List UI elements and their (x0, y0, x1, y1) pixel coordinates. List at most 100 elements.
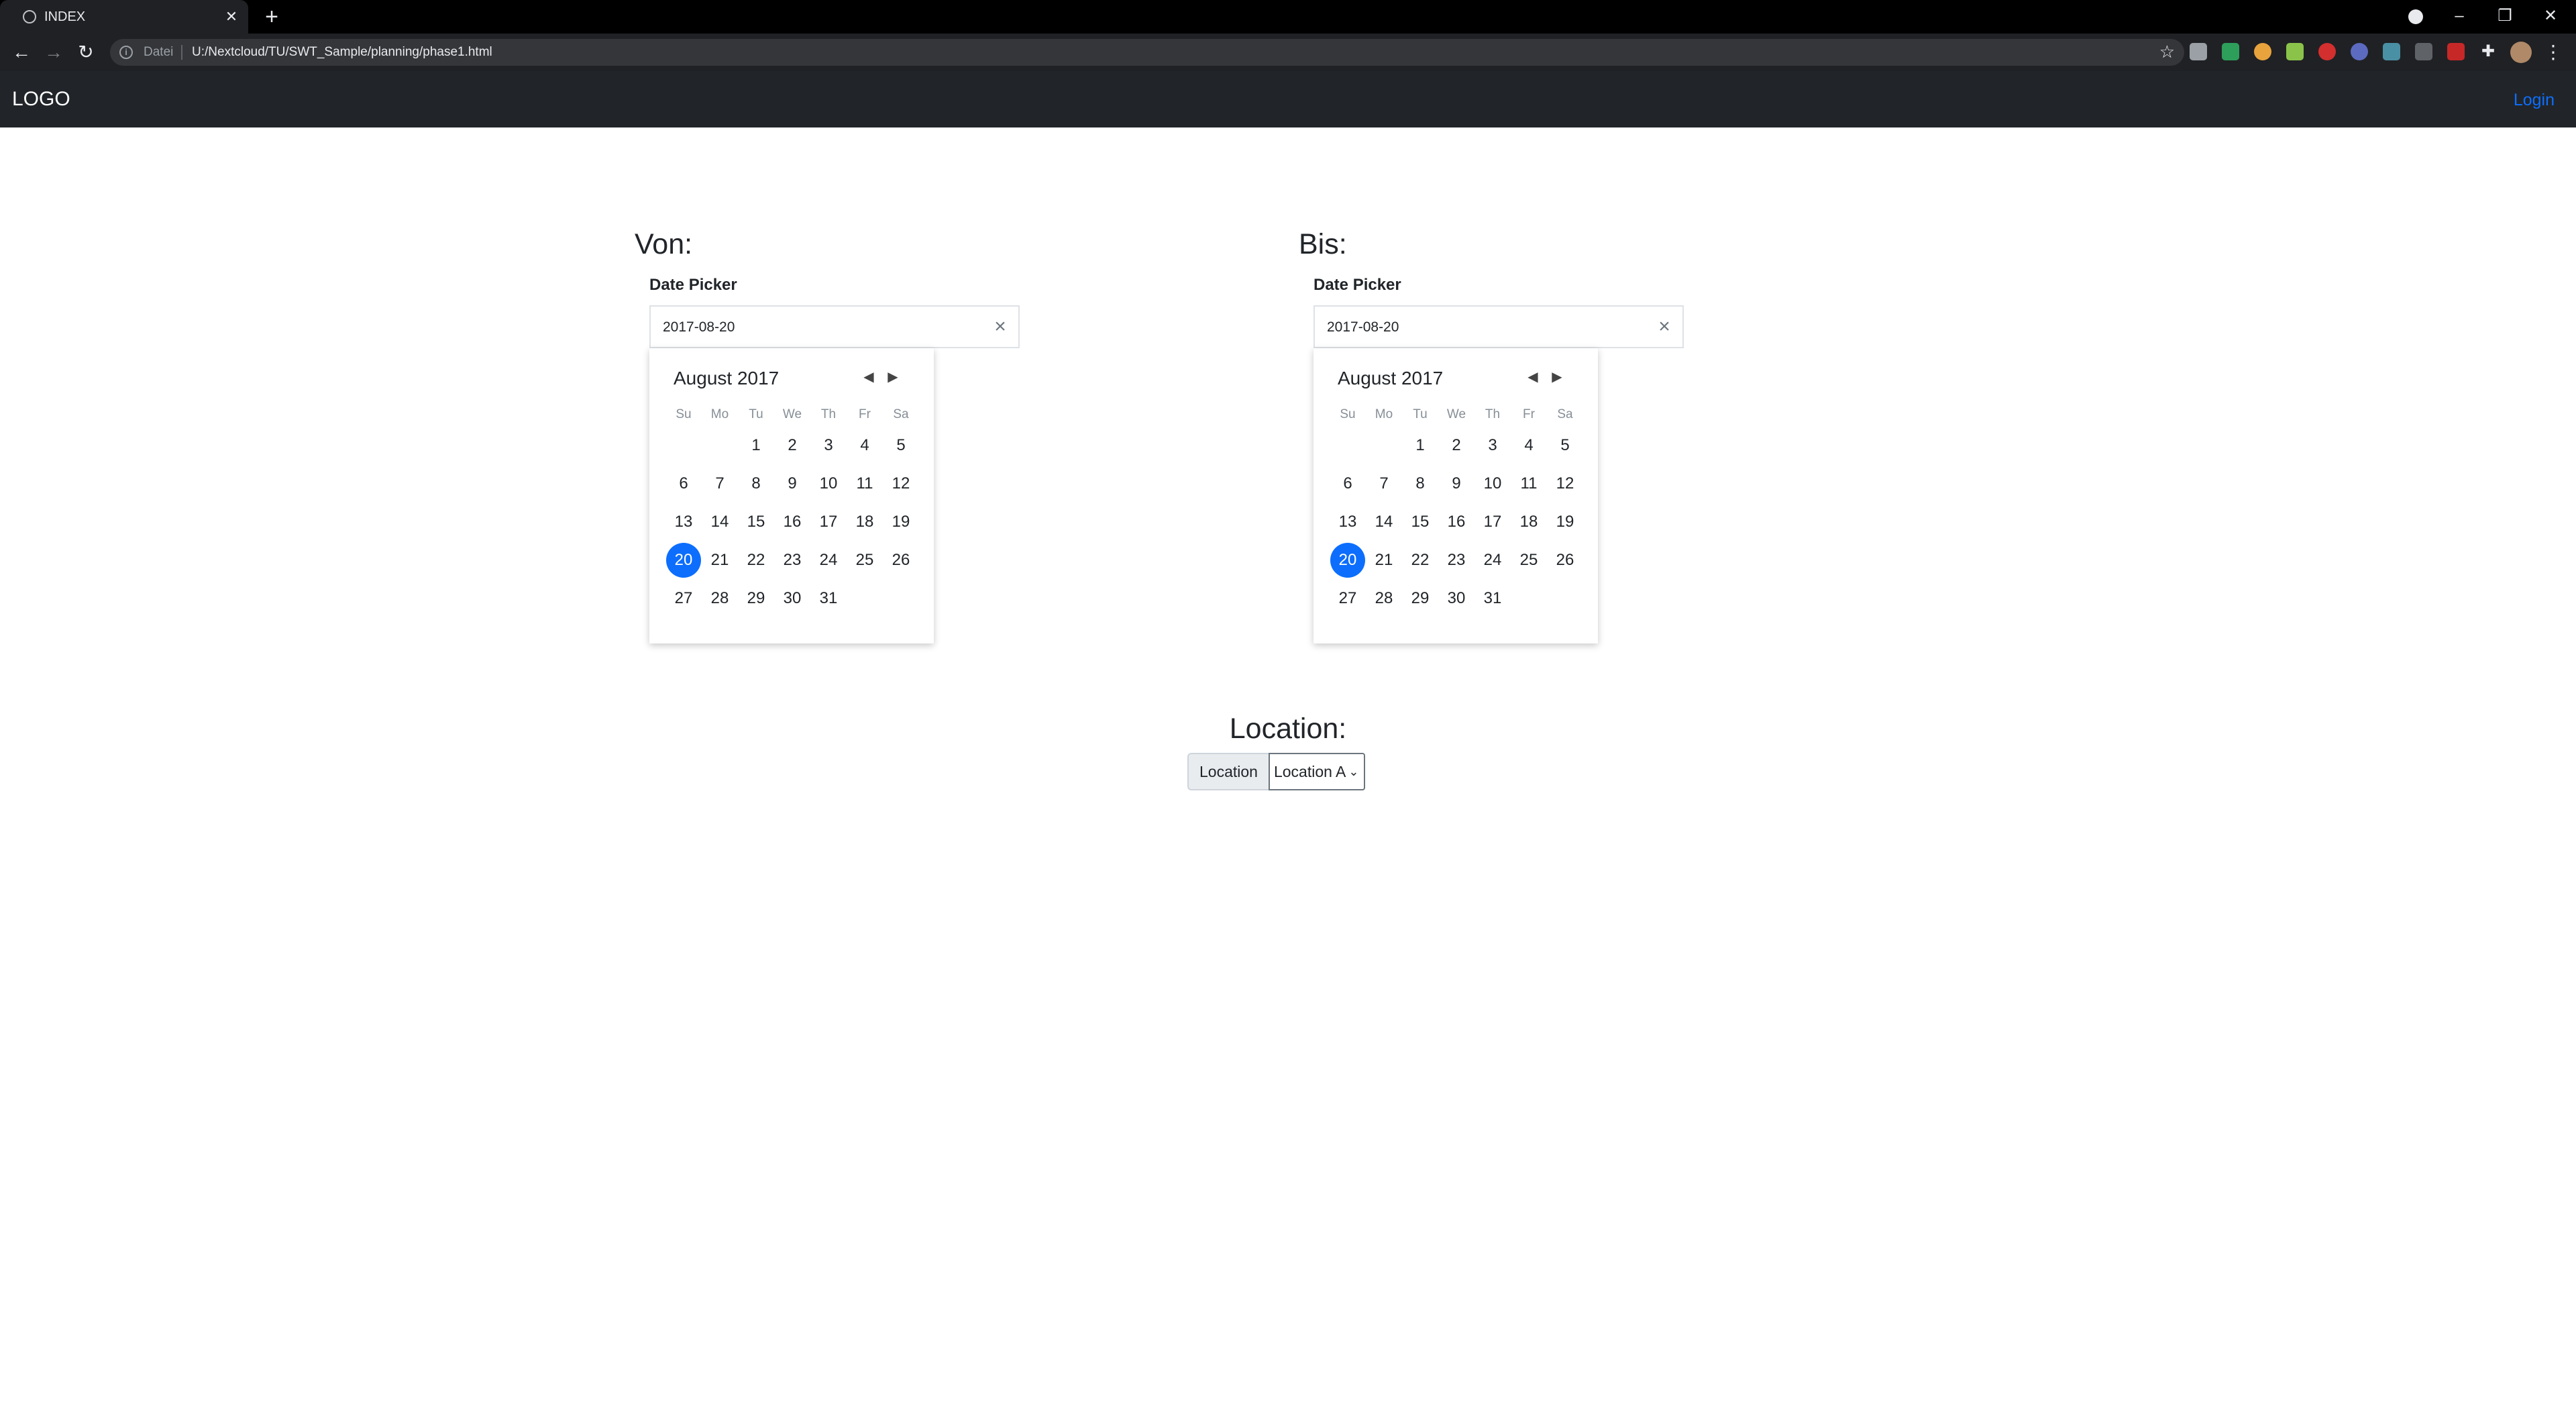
extension-icon[interactable] (2190, 43, 2207, 60)
calendar-day[interactable]: 8 (738, 464, 774, 503)
calendar-day[interactable]: 6 (665, 464, 702, 503)
profile-indicator-icon[interactable] (2408, 9, 2423, 24)
calendar-day-selected[interactable]: 20 (665, 541, 702, 579)
extension-icon[interactable] (2286, 43, 2304, 60)
avatar[interactable] (2510, 42, 2532, 63)
logo[interactable]: LOGO (12, 87, 70, 111)
new-tab-button[interactable]: + (260, 5, 283, 28)
info-icon[interactable]: i (119, 46, 133, 59)
extension-icon[interactable] (2222, 43, 2239, 60)
calendar-day[interactable]: 13 (1330, 503, 1366, 541)
calendar-day[interactable]: 16 (1438, 503, 1474, 541)
calendar-day[interactable]: 9 (774, 464, 810, 503)
calendar-day[interactable]: 16 (774, 503, 810, 541)
calendar-day[interactable]: 2 (774, 426, 810, 464)
weekday-label: Th (820, 407, 837, 421)
extension-icon[interactable] (2447, 43, 2465, 60)
calendar-day[interactable]: 30 (774, 579, 810, 617)
calendar-day[interactable]: 28 (702, 579, 738, 617)
calendar-day[interactable]: 18 (1511, 503, 1547, 541)
calendar-day[interactable]: 11 (1511, 464, 1547, 503)
calendar-day[interactable]: 4 (1511, 426, 1547, 464)
calendar-day[interactable]: 15 (738, 503, 774, 541)
address-bar[interactable]: i Datei U:/Nextcloud/TU/SWT_Sample/plann… (110, 39, 2184, 66)
prev-month-icon[interactable]: ◀ (859, 366, 879, 388)
calendar-day[interactable]: 31 (1474, 579, 1511, 617)
calendar-day[interactable]: 5 (1547, 426, 1583, 464)
extension-icon[interactable] (2351, 43, 2368, 60)
calendar-day[interactable]: 25 (847, 541, 883, 579)
calendar-day[interactable]: 13 (665, 503, 702, 541)
calendar-day[interactable]: 11 (847, 464, 883, 503)
next-month-icon[interactable]: ▶ (1547, 366, 1567, 388)
extension-icon[interactable] (2254, 43, 2271, 60)
minimize-icon[interactable]: – (2446, 4, 2473, 28)
extension-icon[interactable] (2383, 43, 2400, 60)
calendar-day[interactable]: 10 (810, 464, 847, 503)
puzzle-icon[interactable]: ✚ (2479, 43, 2497, 60)
calendar-day[interactable]: 12 (883, 464, 919, 503)
clear-icon[interactable]: × (1654, 316, 1674, 338)
calendar-day[interactable]: 23 (1438, 541, 1474, 579)
calendar-day[interactable]: 27 (665, 579, 702, 617)
next-month-icon[interactable]: ▶ (883, 366, 903, 388)
calendar-day-selected[interactable]: 20 (1330, 541, 1366, 579)
calendar-day[interactable]: 29 (738, 579, 774, 617)
reload-icon[interactable]: ↻ (74, 40, 98, 64)
tab-close-icon[interactable]: ✕ (221, 7, 241, 27)
calendar-day[interactable]: 27 (1330, 579, 1366, 617)
calendar-day[interactable]: 7 (1366, 464, 1402, 503)
calendar-day[interactable]: 18 (847, 503, 883, 541)
prev-month-icon[interactable]: ◀ (1523, 366, 1543, 388)
back-icon[interactable]: ← (9, 40, 34, 64)
calendar-day[interactable]: 1 (1402, 426, 1438, 464)
calendar-day[interactable]: 3 (1474, 426, 1511, 464)
calendar-day[interactable]: 2 (1438, 426, 1474, 464)
calendar-day[interactable]: 3 (810, 426, 847, 464)
calendar-day[interactable]: 9 (1438, 464, 1474, 503)
calendar-day[interactable]: 14 (1366, 503, 1402, 541)
more-menu-icon[interactable]: ⋮ (2544, 40, 2563, 64)
calendar-day[interactable]: 7 (702, 464, 738, 503)
restore-icon[interactable]: ❐ (2491, 4, 2518, 28)
calendar-day[interactable]: 19 (1547, 503, 1583, 541)
calendar-day[interactable]: 17 (810, 503, 847, 541)
calendar-day[interactable]: 10 (1474, 464, 1511, 503)
calendar-day[interactable]: 4 (847, 426, 883, 464)
calendar-day[interactable]: 24 (1474, 541, 1511, 579)
login-link[interactable]: Login (2514, 90, 2555, 110)
calendar-day[interactable]: 29 (1402, 579, 1438, 617)
close-window-icon[interactable]: ✕ (2537, 4, 2564, 28)
calendar-day[interactable]: 5 (883, 426, 919, 464)
calendar-day[interactable]: 26 (1547, 541, 1583, 579)
calendar-day[interactable]: 8 (1402, 464, 1438, 503)
calendar-day[interactable]: 6 (1330, 464, 1366, 503)
calendar-day[interactable]: 23 (774, 541, 810, 579)
calendar-day[interactable]: 17 (1474, 503, 1511, 541)
browser-tab[interactable]: INDEX ✕ (0, 0, 248, 34)
extension-icon[interactable] (2318, 43, 2336, 60)
calendar-day[interactable]: 21 (1366, 541, 1402, 579)
calendar-day[interactable]: 31 (810, 579, 847, 617)
calendar-day[interactable]: 22 (1402, 541, 1438, 579)
calendar-day[interactable]: 26 (883, 541, 919, 579)
calendar-day[interactable]: 14 (702, 503, 738, 541)
calendar-day[interactable]: 28 (1366, 579, 1402, 617)
calendar-day[interactable]: 22 (738, 541, 774, 579)
calendar-day[interactable]: 19 (883, 503, 919, 541)
calendar-day[interactable]: 25 (1511, 541, 1547, 579)
calendar-day[interactable]: 24 (810, 541, 847, 579)
extension-icon[interactable] (2415, 43, 2432, 60)
calendar-day[interactable]: 15 (1402, 503, 1438, 541)
bookmark-star-icon[interactable]: ☆ (2159, 42, 2175, 62)
from-date-input[interactable]: 2017-08-20 × (649, 305, 1020, 348)
calendar-day[interactable]: 30 (1438, 579, 1474, 617)
calendar-day[interactable]: 21 (702, 541, 738, 579)
forward-icon[interactable]: → (42, 40, 66, 64)
calendar-day[interactable]: 12 (1547, 464, 1583, 503)
clear-icon[interactable]: × (990, 316, 1010, 338)
to-date-input[interactable]: 2017-08-20 × (1313, 305, 1684, 348)
location-select[interactable]: Location A ⌄ (1268, 753, 1366, 790)
calendar-day[interactable]: 1 (738, 426, 774, 464)
url-text[interactable]: U:/Nextcloud/TU/SWT_Sample/planning/phas… (192, 45, 492, 60)
